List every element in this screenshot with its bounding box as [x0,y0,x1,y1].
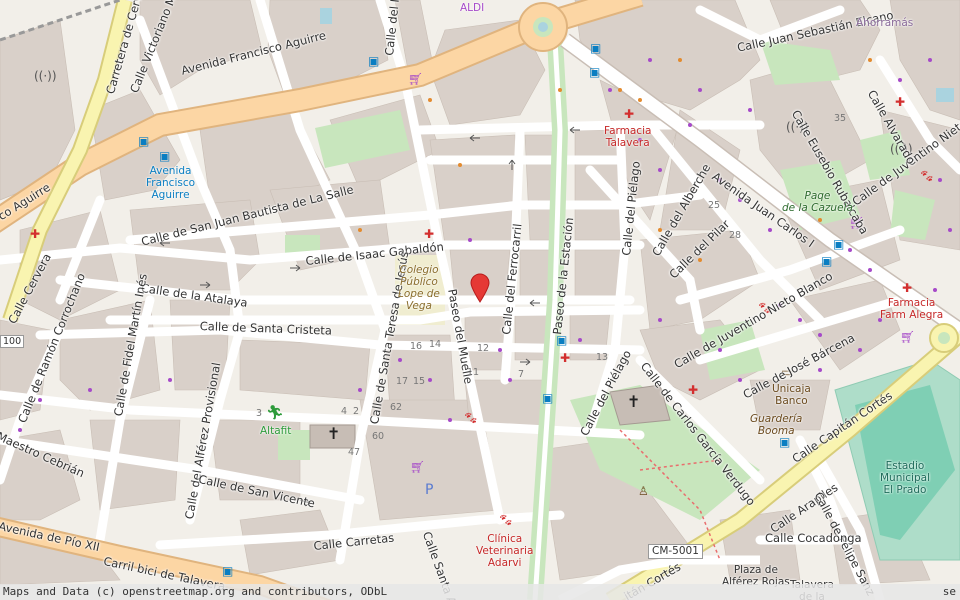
fitness-icon[interactable]: 🏃︎ [266,406,284,420]
house-number: 14 [429,339,442,350]
bus-stop-icon[interactable]: ▣ [590,42,601,54]
map-canvas[interactable]: ✚ ✚ ✚ ✚ ✚ ✚ ✚ ▣ ▣ ▣ ▣ ▣ ▣ ▣ ▣ ▣ ▣ ▣ 🛒︎ 🛒… [0,0,960,600]
house-number: 28 [729,230,742,241]
poi-farmacia-talavera[interactable]: Farmacia Talavera [604,125,651,149]
house-number: 62 [390,402,403,413]
route-ref-100: 100 [0,335,25,348]
house-number: 15 [413,376,426,387]
poi-aldi[interactable]: ALDI [460,2,484,14]
house-number: 11 [467,367,480,378]
poi-clinica-veterinaria[interactable]: Clínica Veterinaria Adarvi [476,533,533,569]
house-number: 16 [410,341,423,352]
bus-stop-icon[interactable]: ▣ [368,55,379,67]
bus-stop-icon[interactable]: ▣ [589,66,600,78]
bus-stop-icon[interactable]: ▣ [556,334,567,346]
poi-farmacia-farm-alegra[interactable]: Farmacia Farm Alegra [880,297,943,321]
poi-estadio-municipal[interactable]: Estadio Municipal El Prado [880,460,930,496]
church-icon[interactable]: ✝ [627,394,640,410]
tower-icon[interactable]: ((·)) [34,70,57,82]
bus-stop-icon[interactable]: ▣ [542,392,553,404]
parking-icon: P [425,482,434,498]
pharmacy-icon[interactable]: ✚ [895,96,905,108]
shopping-cart-icon[interactable]: 🛒︎ [410,461,425,473]
pharmacy-icon[interactable]: ✚ [424,228,434,240]
location-pin-icon[interactable] [470,273,490,303]
bus-stop-icon[interactable]: ▣ [222,565,233,577]
shopping-cart-icon[interactable]: 🛒︎ [408,73,423,85]
bus-stop-icon[interactable]: ▣ [779,436,790,448]
shopping-cart-icon[interactable]: 🛒︎ [900,331,915,343]
vet-icon[interactable]: 🐾︎ [498,514,513,526]
pharmacy-icon[interactable]: ✚ [624,108,634,120]
house-number: 13 [596,352,609,363]
house-number: 4 [341,406,348,417]
house-number: 2 [353,406,360,417]
road-ref-badge: CM-5001 [648,544,703,559]
house-number: 17 [396,376,409,387]
poi-bus-stop-avenida-francisco-aguirre[interactable]: Avenida Francisco Aguirre [146,165,195,201]
vet-icon[interactable]: 🐾︎ [463,412,478,424]
pharmacy-icon[interactable]: ✚ [688,384,698,396]
attribution-right: se [942,585,956,598]
house-number: 3 [256,408,263,419]
poi-parque-cazuela[interactable]: Paqe de la Cazuela [782,190,853,214]
childcare-icon[interactable]: ♙ [638,485,649,497]
street-label: Calle Cocadonga [765,531,862,545]
house-number: 25 [708,200,721,211]
bus-stop-icon[interactable]: ▣ [159,150,170,162]
bus-stop-icon[interactable]: ▣ [833,238,844,250]
pharmacy-icon[interactable]: ✚ [560,352,570,364]
house-number: 60 [372,431,385,442]
poi-guarderia-booma[interactable]: Guardería Booma [750,413,802,437]
pharmacy-icon[interactable]: ✚ [30,228,40,240]
poi-ahorramas[interactable]: Ahorramás [856,17,913,29]
vet-icon[interactable]: 🐾︎ [919,170,934,182]
house-number: 12 [477,343,490,354]
bus-stop-icon[interactable]: ▣ [138,135,149,147]
attribution-bar: Maps and Data (c) openstreetmap.org and … [0,584,960,600]
attribution-text[interactable]: Maps and Data (c) openstreetmap.org and … [3,585,387,598]
pharmacy-icon[interactable]: ✚ [902,282,912,294]
poi-altafit[interactable]: Altafit [260,425,291,437]
house-number: 7 [518,369,525,380]
house-number: 47 [348,447,361,458]
bus-stop-icon[interactable]: ▣ [821,255,832,267]
church-icon[interactable]: ✝ [327,426,340,442]
poi-colegio-lope-de-vega[interactable]: Colegio Público Lope de Vega [398,264,440,312]
house-number: 35 [834,113,847,124]
poi-unicaja-banco[interactable]: Unicaja Banco [772,383,811,407]
